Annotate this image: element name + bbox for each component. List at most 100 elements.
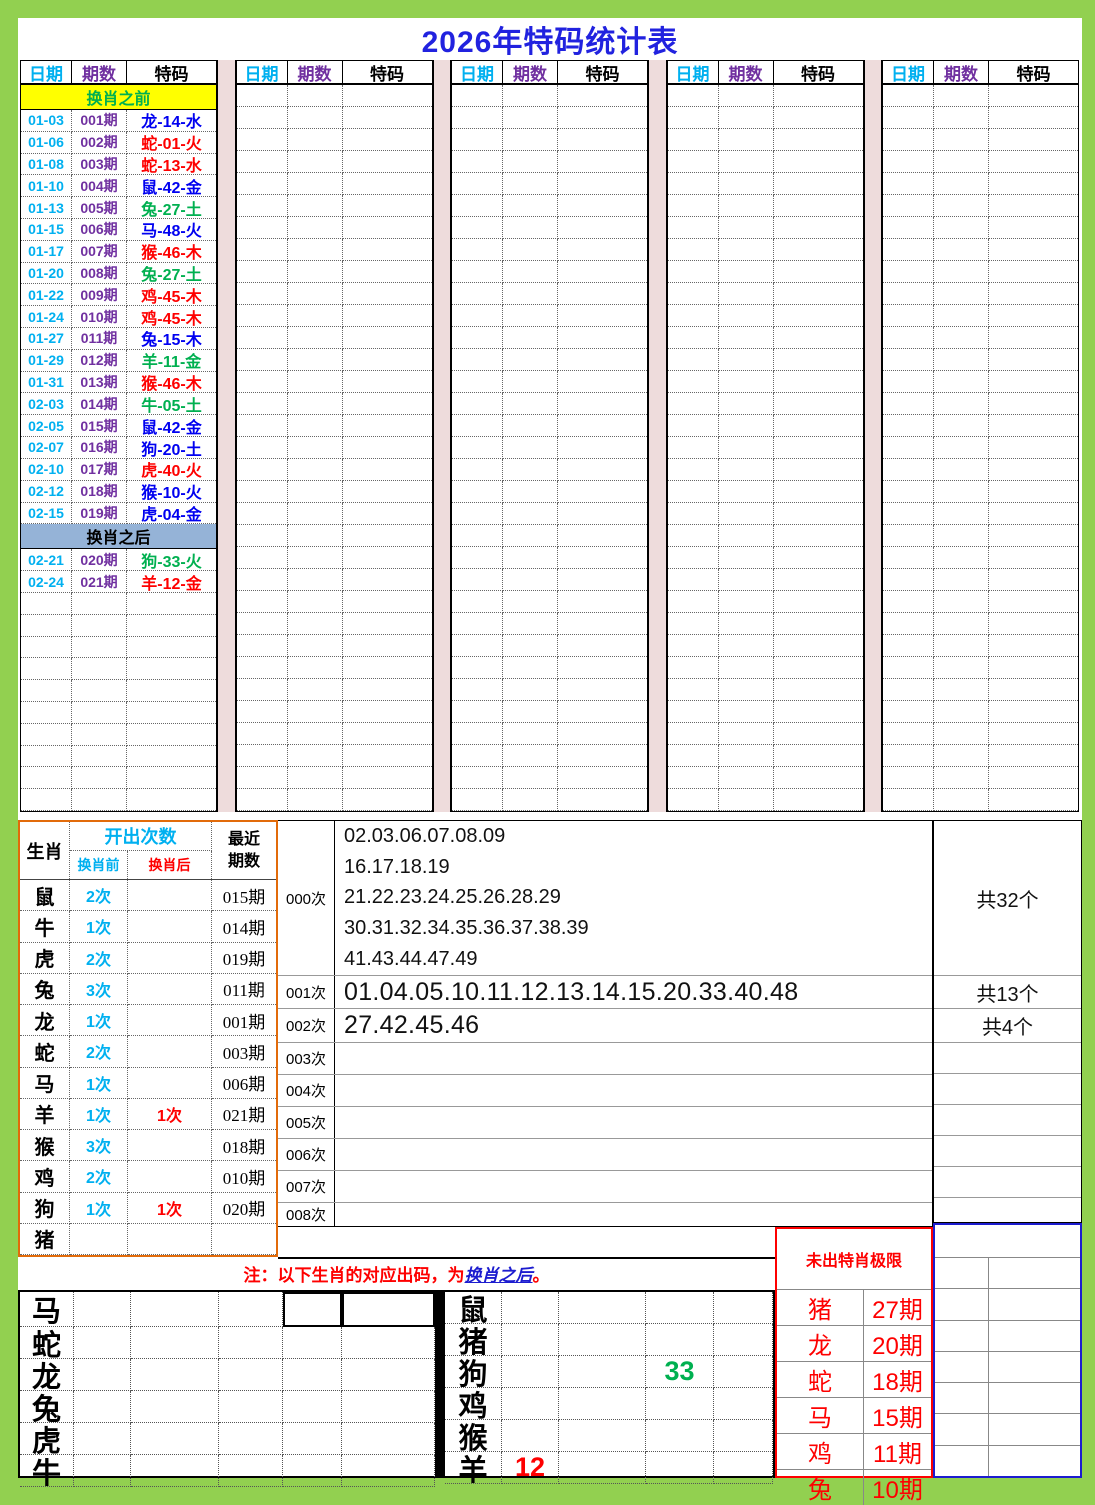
blue-box-cell xyxy=(989,1446,1080,1476)
grid-cell xyxy=(219,1359,283,1391)
blue-box-cell xyxy=(989,1383,1080,1413)
empty-cell xyxy=(668,723,719,745)
empty-cell xyxy=(934,657,989,679)
empty-cell xyxy=(503,547,558,569)
blue-box-cell xyxy=(935,1446,989,1476)
note-highlight: 换肖之后 xyxy=(465,1261,533,1286)
freq-row: 001次01.04.05.10.11.12.13.14.15.20.33.40.… xyxy=(278,976,932,1009)
empty-cell xyxy=(21,746,72,768)
empty-cell xyxy=(989,745,1078,767)
freq-label: 001次 xyxy=(278,976,335,1008)
date-cell: 01-17 xyxy=(21,241,72,263)
stats-after-cell xyxy=(128,1036,212,1067)
empty-cell xyxy=(719,547,774,569)
freq-values: 02.03.06.07.08.0916.17.18.1921.22.23.24.… xyxy=(335,821,932,975)
page-title: 2026年特码统计表 xyxy=(18,18,1082,60)
empty-cell xyxy=(343,723,432,745)
empty-cell xyxy=(883,657,934,679)
empty-cell xyxy=(989,679,1078,701)
empty-cell xyxy=(883,173,934,195)
empty-cell xyxy=(503,151,558,173)
empty-cell xyxy=(343,85,432,107)
empty-cell xyxy=(934,525,989,547)
code-header: 特码 xyxy=(989,61,1078,85)
empty-cell xyxy=(883,635,934,657)
empty-cell xyxy=(668,239,719,261)
empty-cell xyxy=(774,107,863,129)
blue-box-row xyxy=(935,1258,1080,1289)
freq-label: 004次 xyxy=(278,1075,335,1106)
grid-cell xyxy=(502,1420,559,1452)
empty-cell xyxy=(668,789,719,811)
stats-header: 生肖 开出次数 换肖前 换肖后 最近 期数 xyxy=(20,822,276,880)
date-header: 日期 xyxy=(883,61,934,85)
empty-cell xyxy=(774,393,863,415)
code-cell: 虎-04-金 xyxy=(127,503,216,525)
stats-before-cell: 1次 xyxy=(70,911,128,942)
empty-cell xyxy=(774,723,863,745)
empty-cell xyxy=(452,371,503,393)
blue-box-cell xyxy=(935,1414,989,1444)
code-table-group: 日期期数特码 xyxy=(451,60,648,812)
empty-cell xyxy=(883,459,934,481)
blue-box-cell xyxy=(989,1289,1080,1319)
grid-cell xyxy=(342,1391,435,1423)
stats-recent-cell: 006期 xyxy=(212,1068,276,1099)
empty-cell xyxy=(668,459,719,481)
grid-cell xyxy=(714,1420,773,1452)
empty-cell xyxy=(558,283,647,305)
empty-cell xyxy=(558,393,647,415)
empty-cell xyxy=(503,657,558,679)
code-header: 特码 xyxy=(343,61,432,85)
empty-cell xyxy=(127,680,216,702)
blue-box-row xyxy=(935,1289,1080,1320)
empty-cell xyxy=(21,593,72,615)
empty-cell xyxy=(452,239,503,261)
section-before-row: 换肖之前 xyxy=(21,85,216,110)
stats-recent-header-line1: 最近 xyxy=(228,829,260,851)
empty-cell xyxy=(558,195,647,217)
empty-cell xyxy=(343,459,432,481)
empty-cell xyxy=(774,349,863,371)
empty-cell xyxy=(774,635,863,657)
stats-before-cell: 1次 xyxy=(70,1193,128,1224)
code-table-group: 日期期数特码换肖之前01-03001期龙-14-水01-06002期蛇-01-火… xyxy=(20,60,217,812)
empty-cell xyxy=(288,217,343,239)
empty-cell xyxy=(452,701,503,723)
blue-box-row xyxy=(935,1352,1080,1383)
empty-cell xyxy=(883,569,934,591)
empty-cell xyxy=(288,107,343,129)
empty-cell xyxy=(503,679,558,701)
empty-cell xyxy=(452,613,503,635)
empty-cell xyxy=(883,327,934,349)
date-cell: 01-10 xyxy=(21,175,72,197)
code-cell: 兔-15-木 xyxy=(127,328,216,350)
stats-recent-cell: 020期 xyxy=(212,1193,276,1224)
empty-cell xyxy=(989,305,1078,327)
date-cell: 02-24 xyxy=(21,571,72,593)
empty-cell xyxy=(989,173,1078,195)
stats-after-cell xyxy=(128,1161,212,1192)
stats-zodiac-cell: 羊 xyxy=(20,1099,70,1130)
empty-cell xyxy=(452,393,503,415)
stats-zodiac-cell: 兔 xyxy=(20,974,70,1005)
empty-cell xyxy=(989,437,1078,459)
empty-cell xyxy=(883,151,934,173)
empty-cell xyxy=(719,371,774,393)
empty-cell xyxy=(883,305,934,327)
stats-zodiac-cell: 马 xyxy=(20,1068,70,1099)
grid-cell xyxy=(559,1452,646,1484)
empty-cell xyxy=(558,459,647,481)
stats-after-cell xyxy=(128,974,212,1005)
empty-cell xyxy=(668,173,719,195)
grid-cell xyxy=(559,1388,646,1420)
empty-cell xyxy=(21,789,72,811)
grid-cell xyxy=(74,1292,131,1327)
empty-cell xyxy=(668,679,719,701)
code-cell: 鸡-45-木 xyxy=(127,284,216,306)
empty-cell xyxy=(503,195,558,217)
grid-cell xyxy=(283,1423,342,1455)
freq-values xyxy=(335,1171,932,1202)
stats-recent-cell: 018期 xyxy=(212,1130,276,1161)
empty-cell xyxy=(668,415,719,437)
